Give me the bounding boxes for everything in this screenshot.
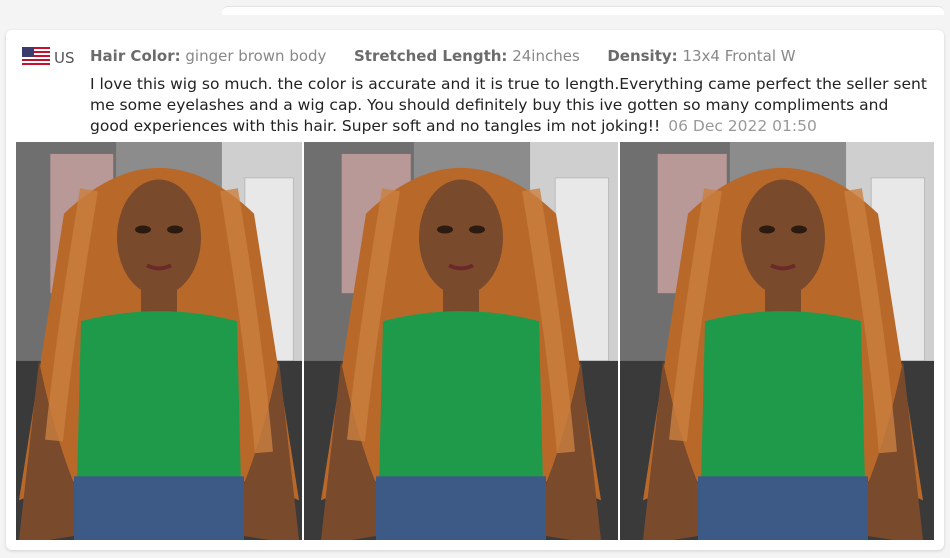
review-date: 06 Dec 2022 01:50: [668, 117, 817, 135]
review-photo-1[interactable]: [16, 142, 302, 540]
card-top-edge: [222, 6, 944, 15]
review-body: I love this wig so much. the color is ac…: [90, 74, 930, 137]
attr-key-hair-color: Hair Color:: [90, 47, 181, 65]
sku-attributes: Hair Color: ginger brown body Stretched …: [90, 46, 796, 66]
review-photos: [16, 142, 934, 540]
us-flag-icon: [22, 47, 50, 67]
attr-key-length: Stretched Length:: [354, 47, 508, 65]
review-photo-2[interactable]: [304, 142, 618, 540]
attr-key-density: Density:: [607, 47, 678, 65]
review-photo-3[interactable]: [620, 142, 934, 540]
attr-val-hair-color: ginger brown body: [185, 47, 327, 65]
attr-val-length: 24inches: [512, 47, 580, 65]
attr-val-density: 13x4 Frontal W: [682, 47, 796, 65]
reviewer-country: US: [54, 49, 75, 67]
